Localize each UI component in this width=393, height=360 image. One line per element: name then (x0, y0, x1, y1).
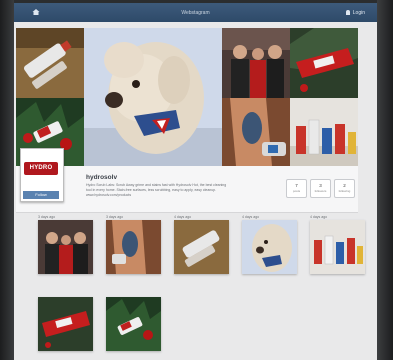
collage-tile-dog (84, 28, 222, 166)
collage-tile-package (290, 28, 358, 98)
cover-collage (16, 28, 358, 166)
login-link[interactable]: Login (345, 10, 365, 16)
photo-thumbnail[interactable] (242, 220, 297, 274)
photo-thumbnail[interactable] (38, 297, 93, 351)
photo-thumbnail[interactable] (174, 220, 229, 274)
grid-item[interactable]: 4 days ago (242, 214, 297, 274)
photo-thumbnail[interactable] (106, 220, 161, 274)
photo-thumbnail[interactable] (106, 297, 161, 351)
logo-text: HYDRO (24, 162, 58, 175)
grid-item[interactable]: 3 days ago (106, 214, 161, 274)
stat-following[interactable]: 2 following (334, 179, 355, 198)
collage-tile-people (222, 28, 290, 98)
stat-followers-count: 3 (319, 183, 322, 188)
stat-posts[interactable]: 7 posts (286, 179, 307, 198)
background-right (377, 0, 393, 360)
stat-following-count: 2 (343, 183, 346, 188)
login-label: Login (352, 10, 365, 16)
stat-posts-label: posts (292, 189, 301, 193)
profile-username: hydrosolv (86, 174, 118, 181)
grid-item[interactable] (106, 291, 161, 351)
profile-bio: Hydro Scrub Labs: Scrub Away grime and s… (86, 183, 272, 198)
user-icon (345, 10, 350, 15)
background-left (0, 0, 14, 360)
grid-item[interactable]: 4 days ago (310, 214, 365, 274)
top-navigation-bar: Webstagram Login (14, 3, 377, 22)
grid-item[interactable]: 3 days ago (38, 214, 93, 274)
stat-followers-label: followers (314, 189, 327, 193)
collage-tile-tubes (16, 28, 84, 98)
collage-tile-products (290, 98, 358, 166)
collage-tile-tattoo (222, 98, 290, 166)
stat-posts-count: 7 (295, 183, 298, 188)
site-title: Webstagram (181, 10, 210, 16)
grid-item[interactable]: 4 days ago (174, 214, 229, 274)
follow-button[interactable]: Follow (23, 191, 59, 199)
photo-thumbnail[interactable] (310, 220, 365, 274)
bio-link[interactable]: www.hydrosolv.com/products (86, 193, 272, 198)
grid-item[interactable] (38, 291, 93, 351)
stat-followers[interactable]: 3 followers (310, 179, 331, 198)
stat-following-label: following (338, 189, 351, 193)
profile-avatar[interactable]: HYDRO Follow (20, 148, 64, 202)
photo-thumbnail[interactable] (38, 220, 93, 274)
